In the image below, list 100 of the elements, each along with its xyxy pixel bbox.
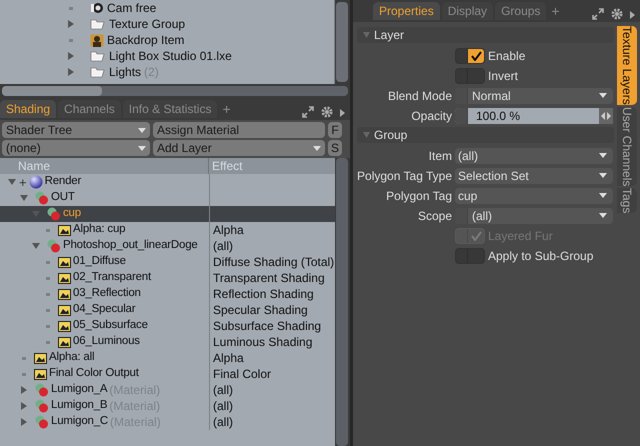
tab[interactable]: Shading	[0, 100, 56, 118]
material-balls-icon	[34, 399, 49, 413]
dropdown[interactable]: (all)	[455, 148, 613, 164]
tree-item-label[interactable]: 02_Transparent	[73, 269, 151, 287]
toggle-switch[interactable]	[455, 108, 468, 124]
tree-item-label[interactable]: Alpha: all	[49, 349, 94, 367]
camera-icon	[90, 2, 104, 14]
effect-cell-text: (all)	[213, 238, 233, 255]
tree-item-label[interactable]: 04_Specular	[73, 301, 136, 319]
button[interactable]: Assign Material	[153, 122, 325, 138]
effect-cell-text: Specular Shading	[213, 302, 308, 319]
image-layer-icon	[58, 272, 71, 284]
tree-connector-icon	[43, 228, 53, 232]
tree-item-label[interactable]: OUT	[51, 189, 75, 207]
tree-item-label[interactable]: Alpha: cup	[73, 221, 126, 239]
tab[interactable]: Properties	[373, 2, 440, 20]
item-label[interactable]: Texture Group	[109, 15, 186, 33]
collapse-caret-icon	[363, 132, 370, 138]
number-field[interactable]: 100.0 %	[455, 108, 613, 124]
image-layer-icon	[34, 352, 47, 364]
section-header[interactable]: Layer	[357, 27, 614, 43]
checkbox-label: Apply to Sub-Group	[488, 248, 594, 264]
vertical-scrollbar[interactable]	[336, 158, 348, 446]
image-layer-icon	[58, 288, 71, 300]
field-label: Blend Mode	[386, 88, 452, 104]
tree-item-label[interactable]: 01_Diffuse	[73, 253, 126, 271]
key-button[interactable]: F	[328, 122, 342, 138]
checkbox[interactable]	[455, 68, 485, 84]
dropdown[interactable]: Add Layer	[153, 140, 325, 156]
item-label[interactable]: Cam free	[107, 0, 156, 17]
section-header[interactable]: Group	[357, 127, 614, 143]
item-label[interactable]: Lights	[109, 63, 142, 81]
vertical-scrollbar[interactable]	[336, 2, 348, 82]
dropdown-caret-icon	[599, 213, 607, 218]
effect-cell-text: Diffuse Shading (Total)	[213, 254, 334, 271]
tree-connector-icon	[43, 276, 53, 280]
tree-item-label[interactable]: cup	[63, 205, 81, 223]
tree-item-label[interactable]: 06_Luminous	[73, 333, 140, 351]
field-label: Polygon Tag Type	[357, 168, 452, 184]
checkbox[interactable]	[455, 248, 485, 264]
tab[interactable]: Info & Statistics	[122, 100, 218, 118]
dropdown-caret-icon	[599, 193, 607, 198]
dropdown[interactable]: Normal	[455, 88, 613, 104]
add-tab-button[interactable]: +	[219, 100, 234, 118]
checkbox-label: Invert	[488, 68, 518, 84]
folder-icon	[90, 50, 106, 62]
effect-cell-text: Luminous Shading	[213, 334, 312, 351]
checkmark-icon	[470, 230, 482, 240]
key-button[interactable]: S	[328, 140, 342, 156]
tab[interactable]: Channels	[58, 100, 121, 118]
tree-item-label[interactable]: Render	[44, 173, 82, 191]
effect-cell-text: Alpha	[213, 222, 244, 239]
material-balls-icon	[34, 191, 49, 205]
field-label: Polygon Tag	[385, 188, 452, 204]
expand-all-button[interactable]: +	[19, 176, 27, 188]
image-layer-icon	[58, 256, 71, 268]
tree-connector-icon	[43, 324, 53, 328]
tree-item-label[interactable]: Lumigon_A	[51, 381, 108, 399]
folder-icon	[90, 66, 106, 78]
effect-cell-text: (all)	[213, 398, 233, 415]
tree-item-label[interactable]: Final Color Output	[49, 365, 139, 383]
tree-connector-icon	[43, 340, 53, 344]
dropdown-caret-icon	[138, 128, 146, 132]
dropdown[interactable]: Selection Set	[455, 168, 613, 184]
tree-item-label[interactable]: 05_Subsurface	[73, 317, 148, 335]
tab[interactable]: Display	[442, 2, 494, 20]
tree-item-label[interactable]: Lumigon_C	[51, 413, 108, 431]
tree-item-label[interactable]: Photoshop_out_linearDoge	[63, 237, 198, 255]
image-layer-icon	[58, 304, 71, 316]
dropdown-caret-icon	[138, 146, 146, 150]
maximize-icon	[302, 106, 314, 118]
dropdown-caret-icon	[599, 93, 607, 98]
dropdown[interactable]: (none)	[2, 140, 150, 156]
material-balls-icon	[46, 207, 61, 221]
checkbox[interactable]	[455, 48, 485, 64]
tree-connector-icon	[19, 356, 29, 360]
field-label: Item	[428, 148, 452, 164]
side-tab[interactable]: Texture Layers	[617, 26, 637, 105]
settings-icon	[611, 8, 623, 20]
tree-connector-icon	[43, 292, 53, 296]
add-tab-button[interactable]: +	[548, 2, 563, 20]
side-tab[interactable]: Tags	[617, 188, 637, 214]
menu-caret-icon	[630, 10, 635, 20]
image-layer-icon	[58, 336, 71, 348]
image-layer-icon	[58, 320, 71, 332]
folder-icon	[90, 18, 106, 30]
horizontal-scrollbar[interactable]	[2, 86, 348, 96]
item-label[interactable]: Backdrop Item	[107, 31, 184, 49]
selected-row[interactable]: cup	[0, 206, 335, 222]
tree-item-label[interactable]: 03_Reflection	[73, 285, 141, 303]
side-tab[interactable]: User Channels	[617, 106, 637, 186]
tab[interactable]: Groups	[495, 2, 546, 20]
dropdown-caret-icon	[599, 173, 607, 178]
material-balls-icon	[34, 383, 49, 397]
portrait-icon	[90, 34, 104, 46]
dropdown[interactable]: cup	[455, 188, 613, 204]
item-label[interactable]: Light Box Studio 01.lxe	[109, 47, 232, 65]
dropdown[interactable]: Shader Tree	[2, 122, 150, 138]
dropdown[interactable]: (all)	[455, 208, 613, 224]
tree-item-label[interactable]: Lumigon_B	[51, 397, 108, 415]
